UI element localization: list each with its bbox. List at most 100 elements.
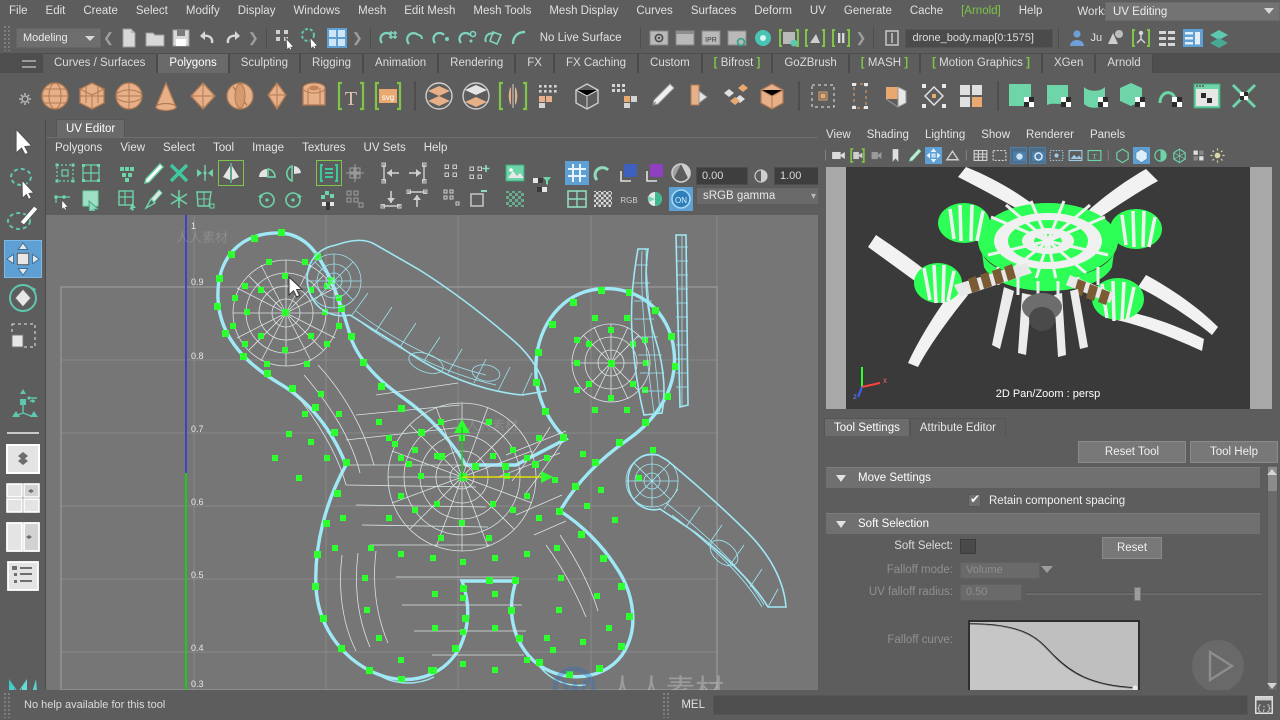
tab-tool-settings[interactable]: Tool Settings xyxy=(824,418,910,436)
grid-toggle-icon[interactable] xyxy=(565,161,589,185)
combine-icon[interactable] xyxy=(422,79,456,113)
menu-mesh-tools[interactable]: Mesh Tools xyxy=(464,0,540,23)
render-settings-icon[interactable] xyxy=(725,26,749,50)
menu-display[interactable]: Display xyxy=(229,0,285,23)
extrude-icon[interactable] xyxy=(755,79,789,113)
menuset-selector[interactable]: Modeling xyxy=(16,28,101,48)
menu-create[interactable]: Create xyxy=(74,0,127,23)
falloff-mode-dropdown[interactable]: Volume xyxy=(960,562,1053,579)
quad-draw-icon[interactable] xyxy=(607,79,641,113)
character-icon[interactable] xyxy=(1065,26,1089,50)
undo-icon[interactable] xyxy=(195,26,219,50)
script-editor-icon[interactable]: {;} xyxy=(1253,694,1275,716)
select-by-object-icon[interactable] xyxy=(299,26,323,51)
single-pane-layout[interactable] xyxy=(4,442,42,480)
expand-left-icon[interactable]: ❮ xyxy=(101,30,116,46)
uv-cut-icon[interactable] xyxy=(141,161,165,185)
texture-checker-icon[interactable] xyxy=(1190,147,1207,164)
ipr-render-icon[interactable]: IPR xyxy=(699,26,723,50)
menu-arnold[interactable]: [Arnold] xyxy=(952,0,1010,23)
image-plane-icon[interactable] xyxy=(944,147,961,164)
uv-sew-icon[interactable] xyxy=(167,161,191,185)
paint-select-tool[interactable] xyxy=(4,201,42,239)
exposure-value-field[interactable]: 0.00 xyxy=(696,167,748,185)
move-uv-shell-icon[interactable] xyxy=(115,161,139,185)
attribute-editor-icon[interactable] xyxy=(1155,26,1179,50)
section-soft-selection[interactable]: Soft Selection xyxy=(826,513,1260,534)
animation-layer-icon[interactable] xyxy=(1103,26,1127,50)
color-channel-icon[interactable] xyxy=(643,187,667,211)
shelf-tab-custom[interactable]: Custom xyxy=(638,54,702,73)
new-scene-icon[interactable] xyxy=(117,26,141,50)
shelf-tab-rigging[interactable]: Rigging xyxy=(300,54,364,73)
workspace-selector[interactable]: UV Editing xyxy=(1105,2,1280,21)
menu-deform[interactable]: Deform xyxy=(745,0,801,23)
uv-menu-polygons[interactable]: Polygons xyxy=(46,138,111,158)
mirror-icon[interactable] xyxy=(496,79,530,113)
uv-unfold-icon[interactable] xyxy=(316,160,342,186)
uv-layout-icon[interactable] xyxy=(343,187,367,211)
uv-grid-display-icon[interactable] xyxy=(565,187,589,211)
rendering-flags-icon[interactable] xyxy=(803,26,827,50)
bevel-icon[interactable] xyxy=(718,79,752,113)
helpbar-grip[interactable] xyxy=(3,692,11,718)
gamma-on-icon[interactable]: ON xyxy=(669,187,693,211)
menu-modify[interactable]: Modify xyxy=(177,0,229,23)
uv-grid-snap-icon[interactable] xyxy=(115,187,139,211)
checker-cube-icon[interactable] xyxy=(1116,79,1150,113)
shelf-tab-mash[interactable]: [ MASH ] xyxy=(848,54,921,73)
uv-select-connected-icon[interactable] xyxy=(79,187,103,214)
uv-checkerboard-icon[interactable] xyxy=(591,187,615,211)
gamma-icon[interactable] xyxy=(752,167,770,185)
camera-icon[interactable] xyxy=(830,147,847,164)
menu-help[interactable]: Help xyxy=(1010,0,1052,23)
multi-cut-icon[interactable] xyxy=(644,79,678,113)
uv-menu-uv-sets[interactable]: UV Sets xyxy=(355,138,415,158)
target-weld-icon[interactable] xyxy=(681,79,715,113)
rgb-icon[interactable]: RGB xyxy=(617,187,641,211)
shelf-tab-bifrost[interactable]: [ Bifrost ] xyxy=(701,54,773,73)
toggle-pause-icon[interactable] xyxy=(829,26,853,50)
outliner-persp-layout[interactable] xyxy=(4,559,42,597)
two-pane-layout[interactable] xyxy=(4,520,42,558)
uv-select-shell-icon[interactable] xyxy=(53,187,77,211)
shelf-tab-sculpting[interactable]: Sculpting xyxy=(228,54,301,73)
poly-cylinder-icon[interactable] xyxy=(112,79,146,113)
viewport-3d-scene[interactable]: x z 2D Pan/Zoom : persp xyxy=(846,167,1250,409)
menu-cache[interactable]: Cache xyxy=(901,0,952,23)
shelf-tab-xgen[interactable]: XGen xyxy=(1041,54,1096,73)
menu-mesh[interactable]: Mesh xyxy=(349,0,395,23)
snap-to-view-plane-icon[interactable] xyxy=(481,26,505,50)
texture-toggle-icon[interactable]: T xyxy=(1086,147,1103,164)
select-by-component-icon[interactable] xyxy=(325,26,349,50)
uv-cylindrical-projection-icon[interactable] xyxy=(281,161,305,185)
scale-tool[interactable] xyxy=(4,318,42,356)
viewport-body[interactable]: x z 2D Pan/Zoom : persp xyxy=(826,167,1272,409)
rotate-tool[interactable] xyxy=(4,279,42,317)
align-right-icon[interactable] xyxy=(405,161,429,185)
scroll-down-arrow-icon[interactable] xyxy=(1267,683,1277,689)
checker-pattern-icon[interactable] xyxy=(503,187,527,211)
film-gate-icon[interactable] xyxy=(991,147,1008,164)
uv-normalize-icon[interactable] xyxy=(343,161,367,185)
align-bottom-icon[interactable] xyxy=(379,187,403,211)
snap-to-projected-center-icon[interactable] xyxy=(455,26,479,50)
channel-box-icon[interactable] xyxy=(1181,26,1205,50)
soft-select-reset-button[interactable]: Reset xyxy=(1102,537,1162,559)
toolbar-grip[interactable] xyxy=(3,25,11,51)
shelf-tab-arnold[interactable]: Arnold xyxy=(1095,54,1153,73)
poly-plane-icon[interactable] xyxy=(186,79,220,113)
uv-canvas[interactable]: 1 0.9 0.8 0.7 0.6 0.5 0.4 0.3 xyxy=(46,215,818,690)
commandline-grip[interactable] xyxy=(662,692,671,718)
expand-right-icon-2[interactable]: ❯ xyxy=(350,30,365,46)
uv-distort-icon[interactable] xyxy=(193,187,217,211)
layer-editor-icon[interactable] xyxy=(1207,26,1231,50)
menu-windows[interactable]: Windows xyxy=(284,0,349,23)
checker-cylinder-icon[interactable] xyxy=(1042,79,1076,113)
checker-curved-icon[interactable] xyxy=(1079,79,1113,113)
uv-lattice-icon[interactable] xyxy=(53,161,77,185)
xray-icon[interactable] xyxy=(1048,147,1065,164)
menu-edit[interactable]: Edit xyxy=(37,0,75,23)
resolution-gate-icon[interactable] xyxy=(1009,146,1027,164)
image-blend-icon[interactable] xyxy=(643,161,667,185)
